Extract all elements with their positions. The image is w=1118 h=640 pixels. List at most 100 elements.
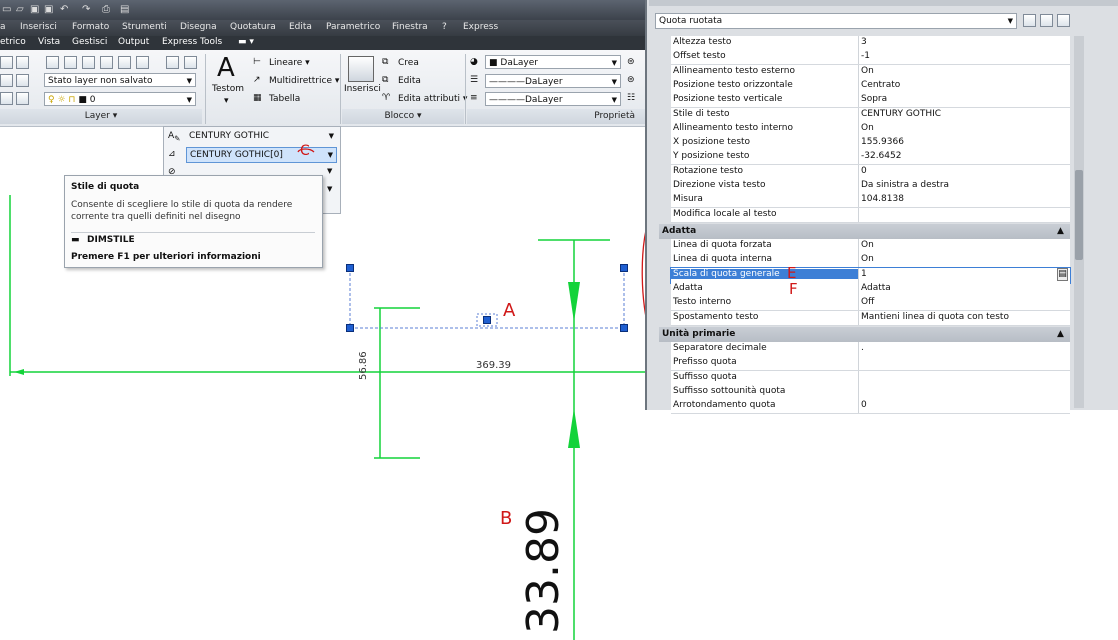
property-row[interactable]: Modifica locale al testo [671,207,1070,223]
column-divider [858,78,859,93]
column-divider [858,136,859,151]
property-row[interactable]: Direzione vista testo Da sinistra a destr… [671,179,1070,194]
property-row[interactable]: Allineamento testo interno On [671,121,1070,137]
palette-top-edge [649,0,1118,6]
property-row[interactable]: Spostamento testo Mantieni linea di quota… [671,310,1070,326]
toggle-pickadd-icon[interactable] [1023,14,1036,27]
property-value[interactable]: CENTURY GOTHIC [861,109,941,119]
palette-scrollbar[interactable] [1074,36,1084,408]
object-type-combo[interactable]: Quota ruotata ▼ [655,13,1017,29]
property-name: Linea di quota interna [673,254,773,265]
property-row[interactable]: Adatta Adatta [671,281,1070,297]
property-value[interactable]: Da sinistra a destra [861,180,949,190]
grip-handle[interactable] [346,324,354,332]
property-value[interactable]: 0 [861,400,867,410]
property-row[interactable]: Posizione testo verticale Sopra [671,93,1070,109]
property-row[interactable]: Prefisso quota [671,356,1070,372]
property-value[interactable]: On [861,240,874,250]
property-value[interactable]: On [861,254,874,264]
scrollbar-thumb[interactable] [1075,170,1083,260]
property-name: Testo interno [673,297,732,308]
category-primary-units[interactable]: Unità primarie ▲ [659,327,1070,342]
property-value[interactable]: 104.8138 [861,194,904,204]
column-divider [858,370,859,385]
property-row[interactable]: Misura 104.8138 [671,193,1070,209]
column-divider [858,64,859,79]
grip-handle[interactable] [620,264,628,272]
collapse-icon[interactable]: ▲ [1057,329,1064,339]
annotation-label-f: F [789,280,798,298]
column-divider [858,310,859,325]
property-value[interactable]: -32.6452 [861,151,901,161]
property-value[interactable]: 0 [861,166,867,176]
property-value[interactable]: Off [861,297,874,307]
property-name: X posizione testo [673,137,751,148]
dimension-text-large[interactable]: 33.89 [518,508,569,634]
property-row[interactable]: Y posizione testo -32.6452 [671,150,1070,166]
column-divider [858,384,859,399]
property-row[interactable]: Suffisso sottounità quota [671,384,1070,400]
property-value[interactable]: 3 [861,37,867,47]
property-name: Rotazione testo [673,165,744,176]
property-name: Arrotondamento quota [673,400,776,411]
property-value[interactable]: On [861,66,874,76]
property-name: Spostamento testo [673,311,759,322]
properties-palette: Quota ruotata ▼ Altezza testo 3 Offset test… [645,0,1118,415]
property-value[interactable]: Centrato [861,80,900,90]
column-divider [858,356,859,371]
property-name: Modifica locale al testo [673,208,777,219]
property-row[interactable]: Offset testo -1 [671,50,1070,66]
grip-handle[interactable] [346,264,354,272]
property-value[interactable]: On [861,123,874,133]
property-row[interactable]: Testo interno Off [671,296,1070,312]
select-objects-icon[interactable] [1040,14,1053,27]
dimension-text-horizontal[interactable]: 369.39 [476,360,511,371]
property-row[interactable]: Allineamento testo esterno On [671,64,1070,80]
property-name: Allineamento testo interno [673,122,793,133]
chevron-down-icon: ▼ [1007,17,1013,25]
collapse-icon[interactable]: ▲ [1057,226,1064,236]
property-row[interactable]: Stile di testo CENTURY GOTHIC [671,107,1070,123]
column-divider [858,50,859,65]
column-divider [858,267,859,282]
annotation-label-b: B [500,508,513,529]
column-divider [858,342,859,356]
column-divider [858,36,859,50]
property-name: Posizione testo verticale [673,94,783,105]
property-value[interactable]: Sopra [861,94,887,104]
category-primary-label: Unità primarie [662,329,736,339]
property-row[interactable]: Separatore decimale. [671,342,1070,357]
property-name: Y posizione testo [673,151,750,162]
property-name: Altezza testo [673,37,732,47]
property-row[interactable]: Arrotondamento quota 0 [671,399,1070,415]
property-value[interactable]: 1 [861,269,867,279]
column-divider [858,93,859,108]
grip-handle[interactable] [483,316,491,324]
category-fit[interactable]: Adatta ▲ [659,224,1070,239]
column-divider [858,296,859,311]
property-row[interactable]: Altezza testo 3 [671,36,1070,51]
property-row[interactable]: X posizione testo 155.9366 [671,136,1070,152]
property-row[interactable]: Suffisso quota [671,370,1070,386]
property-name: Prefisso quota [673,357,737,368]
calculator-icon[interactable]: ▤ [1057,267,1068,281]
property-value[interactable]: 155.9366 [861,137,904,147]
dimension-text-vertical[interactable]: 56.86 [358,351,369,380]
property-row[interactable]: Linea di quota forzata On [671,239,1070,254]
property-value[interactable]: -1 [861,51,870,61]
property-row[interactable]: Posizione testo orizzontale Centrato [671,78,1070,94]
dimension-arrow [568,408,580,448]
quick-select-icon[interactable] [1057,14,1070,27]
property-row[interactable]: Linea di quota interna On [671,253,1070,269]
column-divider [858,164,859,179]
property-value[interactable]: . [861,343,864,353]
annotation-label-c: C [300,143,310,159]
property-value[interactable]: Mantieni linea di quota con testo [861,312,1009,322]
property-name: Separatore decimale [673,343,767,353]
property-row[interactable]: Rotazione testo 0 [671,164,1070,180]
property-value[interactable]: Adatta [861,283,891,293]
grip-handle[interactable] [620,324,628,332]
property-row[interactable]: Scala di quota generale 1 ▤ [670,266,1071,284]
column-divider [858,193,859,208]
dimension-arrow [568,282,580,322]
